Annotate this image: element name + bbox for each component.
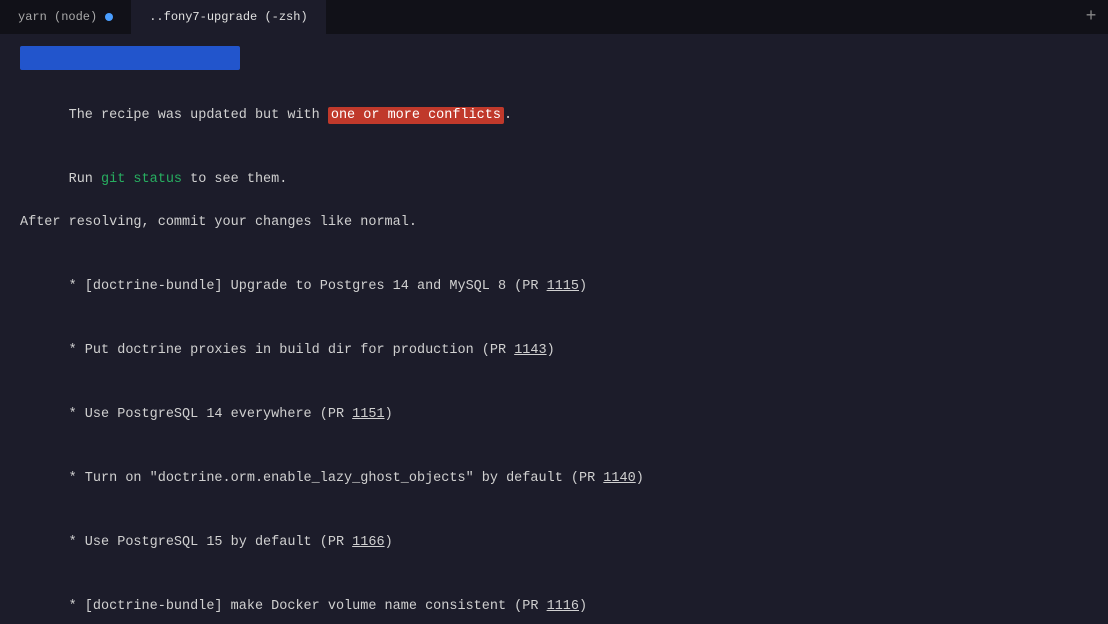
pr-1151: 1151 [352, 407, 384, 422]
pr-1140: 1140 [603, 471, 635, 486]
pr-1115: 1115 [547, 279, 579, 294]
spacer [20, 233, 1088, 254]
list-item-1: * Put doctrine proxies in build dir for … [20, 319, 1088, 383]
tab-yarn[interactable]: yarn (node) [0, 0, 131, 34]
blue-bar [20, 46, 240, 70]
list-item-2: * Use PostgreSQL 14 everywhere (PR 1151) [20, 383, 1088, 447]
tab-zsh[interactable]: ..fony7-upgrade (-zsh) [131, 0, 325, 34]
list-item-0: * [doctrine-bundle] Upgrade to Postgres … [20, 255, 1088, 319]
conflicts-highlight: one or more conflicts [328, 107, 504, 124]
add-tab-button[interactable]: + [1074, 0, 1108, 34]
output-line-3: After resolving, commit your changes lik… [20, 212, 1088, 233]
list-item-4: * Use PostgreSQL 15 by default (PR 1166) [20, 511, 1088, 575]
tab-zsh-label: ..fony7-upgrade (-zsh) [149, 10, 307, 24]
tab-yarn-label: yarn (node) [18, 10, 97, 24]
line2-prefix: Run [69, 172, 101, 187]
output-line-2: Run git status to see them. [20, 148, 1088, 212]
terminal-body: The recipe was updated but with one or m… [0, 34, 1108, 624]
pr-1143: 1143 [514, 343, 546, 358]
line1-prefix: The recipe was updated but with [69, 108, 328, 123]
pr-1116: 1116 [547, 599, 579, 614]
tab-yarn-dot [105, 13, 113, 21]
line1-suffix: . [504, 108, 512, 123]
list-item-3: * Turn on "doctrine.orm.enable_lazy_ghos… [20, 447, 1088, 511]
git-status-text: git status [101, 172, 182, 187]
tab-bar: yarn (node) ..fony7-upgrade (-zsh) + [0, 0, 1108, 34]
pr-1166: 1166 [352, 535, 384, 550]
terminal-window: yarn (node) ..fony7-upgrade (-zsh) + The… [0, 0, 1108, 624]
list-item-5: * [doctrine-bundle] make Docker volume n… [20, 575, 1088, 624]
output-line-1: The recipe was updated but with one or m… [20, 84, 1088, 148]
line2-suffix: to see them. [182, 172, 287, 187]
